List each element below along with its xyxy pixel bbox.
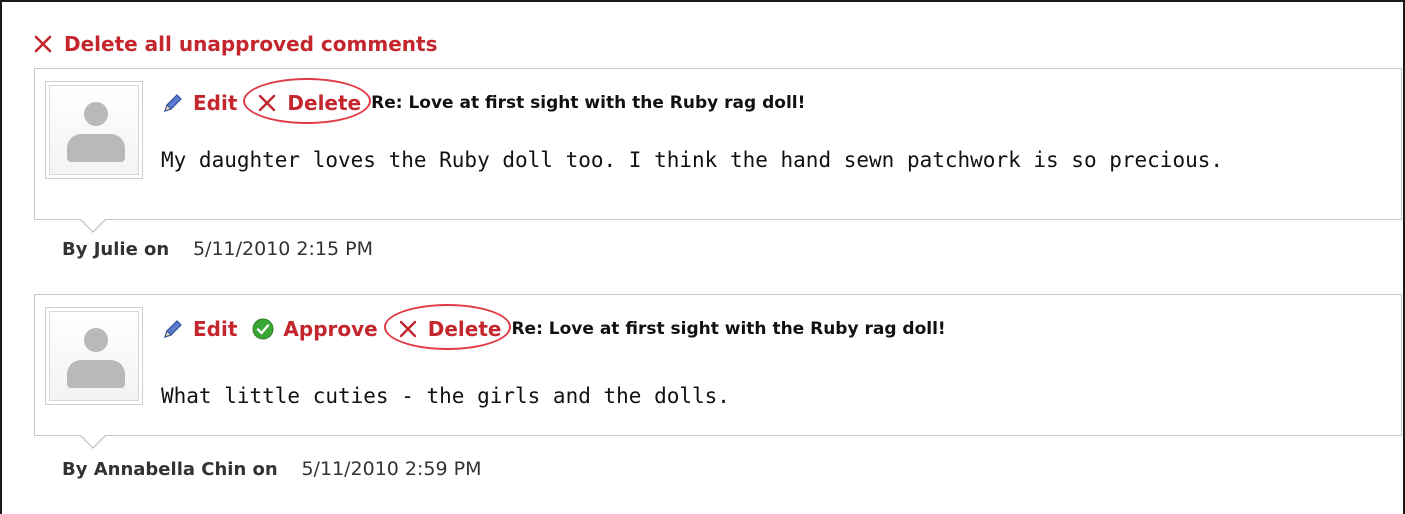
delete-label: Delete [427, 317, 502, 341]
comment-date: 5/11/2010 2:59 PM [301, 458, 482, 480]
delete-button[interactable]: Delete [243, 78, 372, 124]
comment-title: Re: Love at first sight with the Ruby ra… [371, 93, 806, 113]
edit-label: Edit [193, 91, 238, 115]
close-icon [259, 94, 276, 112]
pencil-icon [164, 320, 182, 338]
comment-title: Re: Love at first sight with the Ruby ra… [511, 319, 946, 339]
edit-button[interactable]: Edit [161, 91, 237, 115]
comment-actions: Edit Delete Re: Love at first sight with… [161, 78, 806, 124]
approve-label: Approve [283, 317, 378, 341]
default-user-icon [49, 85, 139, 175]
default-user-icon [49, 311, 139, 401]
author-label: By Annabella Chin on [62, 459, 278, 480]
edit-button[interactable]: Edit [161, 317, 237, 341]
comment-actions: Edit Approve Delete Re: Love at first si… [161, 304, 946, 350]
comment-text: What little cuties - the girls and the d… [161, 384, 730, 408]
author-label: By Julie on [62, 239, 170, 260]
comment-byline: By Julie on 5/11/2010 2:15 PM [62, 238, 373, 260]
checkmark-icon [252, 318, 274, 340]
comment-text: My daughter loves the Ruby doll too. I t… [161, 148, 1224, 172]
delete-button[interactable]: Delete [383, 304, 512, 350]
delete-all-label: Delete all unapproved comments [64, 32, 438, 56]
comment-card: Edit Delete Re: Love at first sight with… [34, 68, 1402, 233]
pencil-icon [164, 94, 182, 112]
avatar [45, 81, 143, 179]
comment-card: Edit Approve Delete Re: Love at first si… [34, 294, 1402, 449]
avatar [45, 307, 143, 405]
comment-moderation-panel: Delete all unapproved comments Edit Dele… [0, 0, 1405, 514]
comment-byline: By Annabella Chin on 5/11/2010 2:59 PM [62, 458, 482, 480]
close-icon [399, 320, 416, 338]
approve-button[interactable]: Approve [251, 317, 378, 341]
comment-date: 5/11/2010 2:15 PM [192, 238, 373, 260]
delete-label: Delete [287, 91, 362, 115]
delete-all-unapproved-button[interactable]: Delete all unapproved comments [32, 32, 437, 56]
edit-label: Edit [193, 317, 238, 341]
close-icon [34, 35, 52, 53]
